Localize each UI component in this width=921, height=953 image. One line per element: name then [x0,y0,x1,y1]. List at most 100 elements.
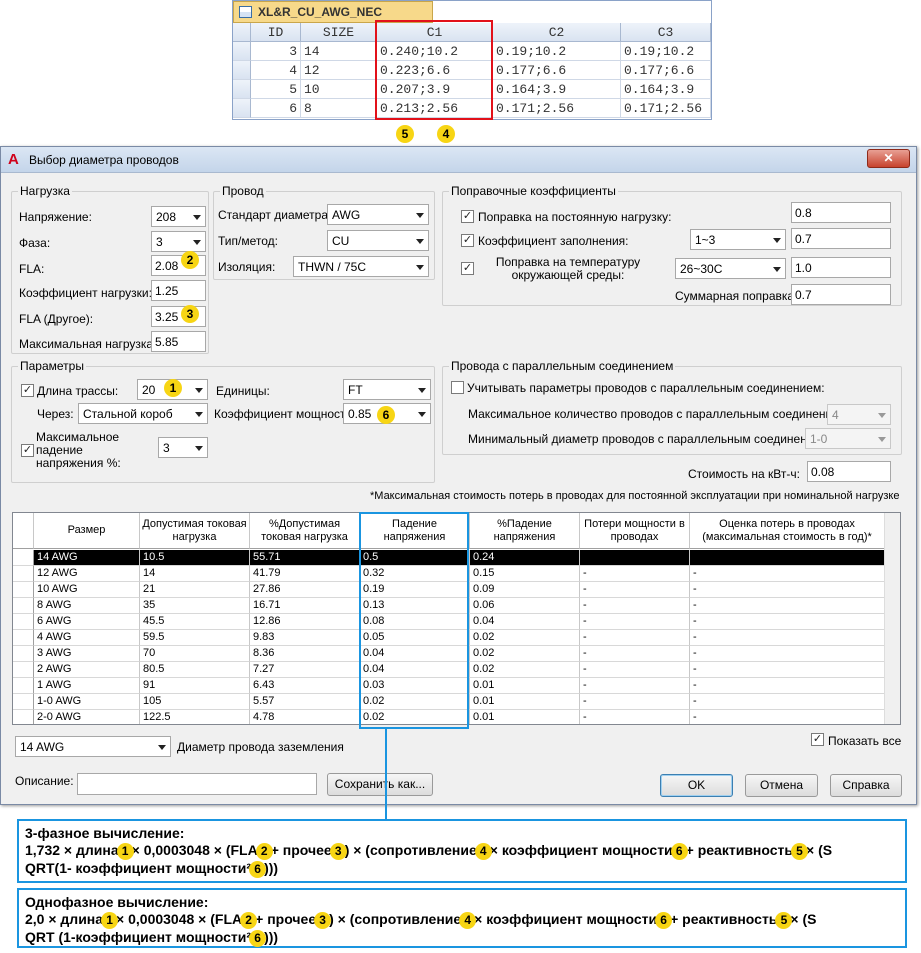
load-factor-input[interactable]: 1.25 [151,280,206,301]
column-header-ampacity[interactable]: Допустимая токовая нагрузка [140,513,250,549]
table-scrollbar[interactable] [884,513,900,724]
grid-cell[interactable]: - [690,662,885,678]
table-cell[interactable]: 0.164;3.9 [493,80,621,99]
row-header[interactable] [13,566,34,582]
description-input[interactable] [77,773,317,795]
grid-cell[interactable]: 6 AWG [34,614,140,630]
grid-cell[interactable]: 8 AWG [34,598,140,614]
table-cell[interactable]: 10 [301,80,377,99]
grid-cell[interactable]: 0.24 [470,550,580,566]
grid-cell[interactable]: 6.43 [250,678,360,694]
grid-cell[interactable]: 10 AWG [34,582,140,598]
grid-cell[interactable]: 41.79 [250,566,360,582]
grid-cell[interactable]: 14 AWG [34,550,140,566]
help-button[interactable]: Справка [830,774,902,797]
max-load-input[interactable]: 5.85 [151,331,206,352]
grid-cell[interactable]: 35 [140,598,250,614]
grid-cell[interactable]: 8.36 [250,646,360,662]
grid-cell[interactable]: 5.57 [250,694,360,710]
grid-cell[interactable]: - [690,678,885,694]
table-cell[interactable]: 8 [301,99,377,118]
table-cell[interactable]: 14 [301,42,377,61]
column-header-voltage-drop-pct[interactable]: %Падение напряжения [470,513,580,549]
ambient-checkbox[interactable]: ✓ [461,262,474,275]
grid-cell[interactable]: 14 [140,566,250,582]
grid-cell[interactable]: - [690,598,885,614]
column-header-c2[interactable]: C2 [493,23,621,42]
row-header[interactable] [13,694,34,710]
grid-cell[interactable]: - [690,710,885,724]
phase-select[interactable]: 3 [151,231,206,252]
row-selector[interactable] [233,42,251,61]
grid-cell[interactable]: 0.01 [470,694,580,710]
grid-cell[interactable]: 105 [140,694,250,710]
table-cell[interactable]: 0.177;6.6 [493,61,621,80]
total-input[interactable]: 0.7 [791,284,891,305]
grid-cell[interactable]: 16.71 [250,598,360,614]
units-select[interactable]: FT [343,379,431,400]
grid-cell[interactable]: 0.06 [470,598,580,614]
grid-cell[interactable]: 4 AWG [34,630,140,646]
standard-select[interactable]: AWG [327,204,429,225]
grid-cell[interactable]: 0.02 [470,630,580,646]
grid-cell[interactable]: 0.15 [470,566,580,582]
continuous-checkbox[interactable]: ✓ [461,210,474,223]
grid-cell[interactable]: - [580,646,690,662]
table-cell[interactable]: 5 [251,80,301,99]
grid-cell[interactable]: 10.5 [140,550,250,566]
ambient-select[interactable]: 26~30C [675,258,786,279]
row-header[interactable] [13,710,34,724]
max-drop-select[interactable]: 3 [158,437,208,458]
row-header[interactable] [13,630,34,646]
row-header[interactable] [13,582,34,598]
row-header[interactable] [13,678,34,694]
grid-cell[interactable]: - [580,662,690,678]
grid-cell[interactable]: 1-0 AWG [34,694,140,710]
table-cell[interactable]: 0.19;10.2 [493,42,621,61]
table-cell[interactable]: 3 [251,42,301,61]
grid-cell[interactable] [580,550,690,566]
row-header[interactable] [13,550,34,566]
row-selector[interactable] [233,61,251,80]
parallel-max-select[interactable]: 4 [827,404,891,425]
table-cell[interactable]: 4 [251,61,301,80]
grid-cell[interactable]: 12.86 [250,614,360,630]
grid-cell[interactable]: - [580,598,690,614]
grid-cell[interactable]: 0.02 [470,646,580,662]
table-cell[interactable]: 0.171;2.56 [493,99,621,118]
grid-cell[interactable]: 55.71 [250,550,360,566]
grid-cell[interactable]: 0.01 [470,710,580,724]
close-button[interactable]: ✕ [867,149,910,168]
grid-cell[interactable]: 3 AWG [34,646,140,662]
type-select[interactable]: CU [327,230,429,251]
save-as-button[interactable]: Сохранить как... [327,773,433,796]
grid-cell[interactable]: - [690,694,885,710]
parallel-checkbox[interactable] [451,381,464,394]
grid-cell[interactable]: 9.83 [250,630,360,646]
grid-cell[interactable]: 2 AWG [34,662,140,678]
cancel-button[interactable]: Отмена [745,774,818,797]
insulation-select[interactable]: THWN / 75C [293,256,429,277]
grid-cell[interactable]: 0.09 [470,582,580,598]
grid-cell[interactable]: 80.5 [140,662,250,678]
grid-cell[interactable]: - [580,630,690,646]
grid-cell[interactable]: 12 AWG [34,566,140,582]
grid-cell[interactable]: 0.01 [470,678,580,694]
grid-cell[interactable]: - [580,614,690,630]
column-header-id[interactable]: ID [251,23,301,42]
grid-cell[interactable]: 21 [140,582,250,598]
via-select[interactable]: Стальной короб [78,403,208,424]
row-selector[interactable] [233,99,251,118]
ground-select[interactable]: 14 AWG [15,736,171,757]
grid-cell[interactable]: 45.5 [140,614,250,630]
table-cell[interactable]: 0.177;6.6 [621,61,711,80]
row-header[interactable] [13,598,34,614]
fill-input[interactable]: 0.7 [791,228,891,249]
show-all-checkbox[interactable]: ✓ [811,733,824,746]
grid-cell[interactable]: 1 AWG [34,678,140,694]
grid-cell[interactable]: - [690,566,885,582]
voltage-select[interactable]: 208 [151,206,206,227]
grid-cell[interactable]: 0.02 [470,662,580,678]
column-header-c3[interactable]: C3 [621,23,711,42]
fill-select[interactable]: 1~3 [690,229,786,250]
